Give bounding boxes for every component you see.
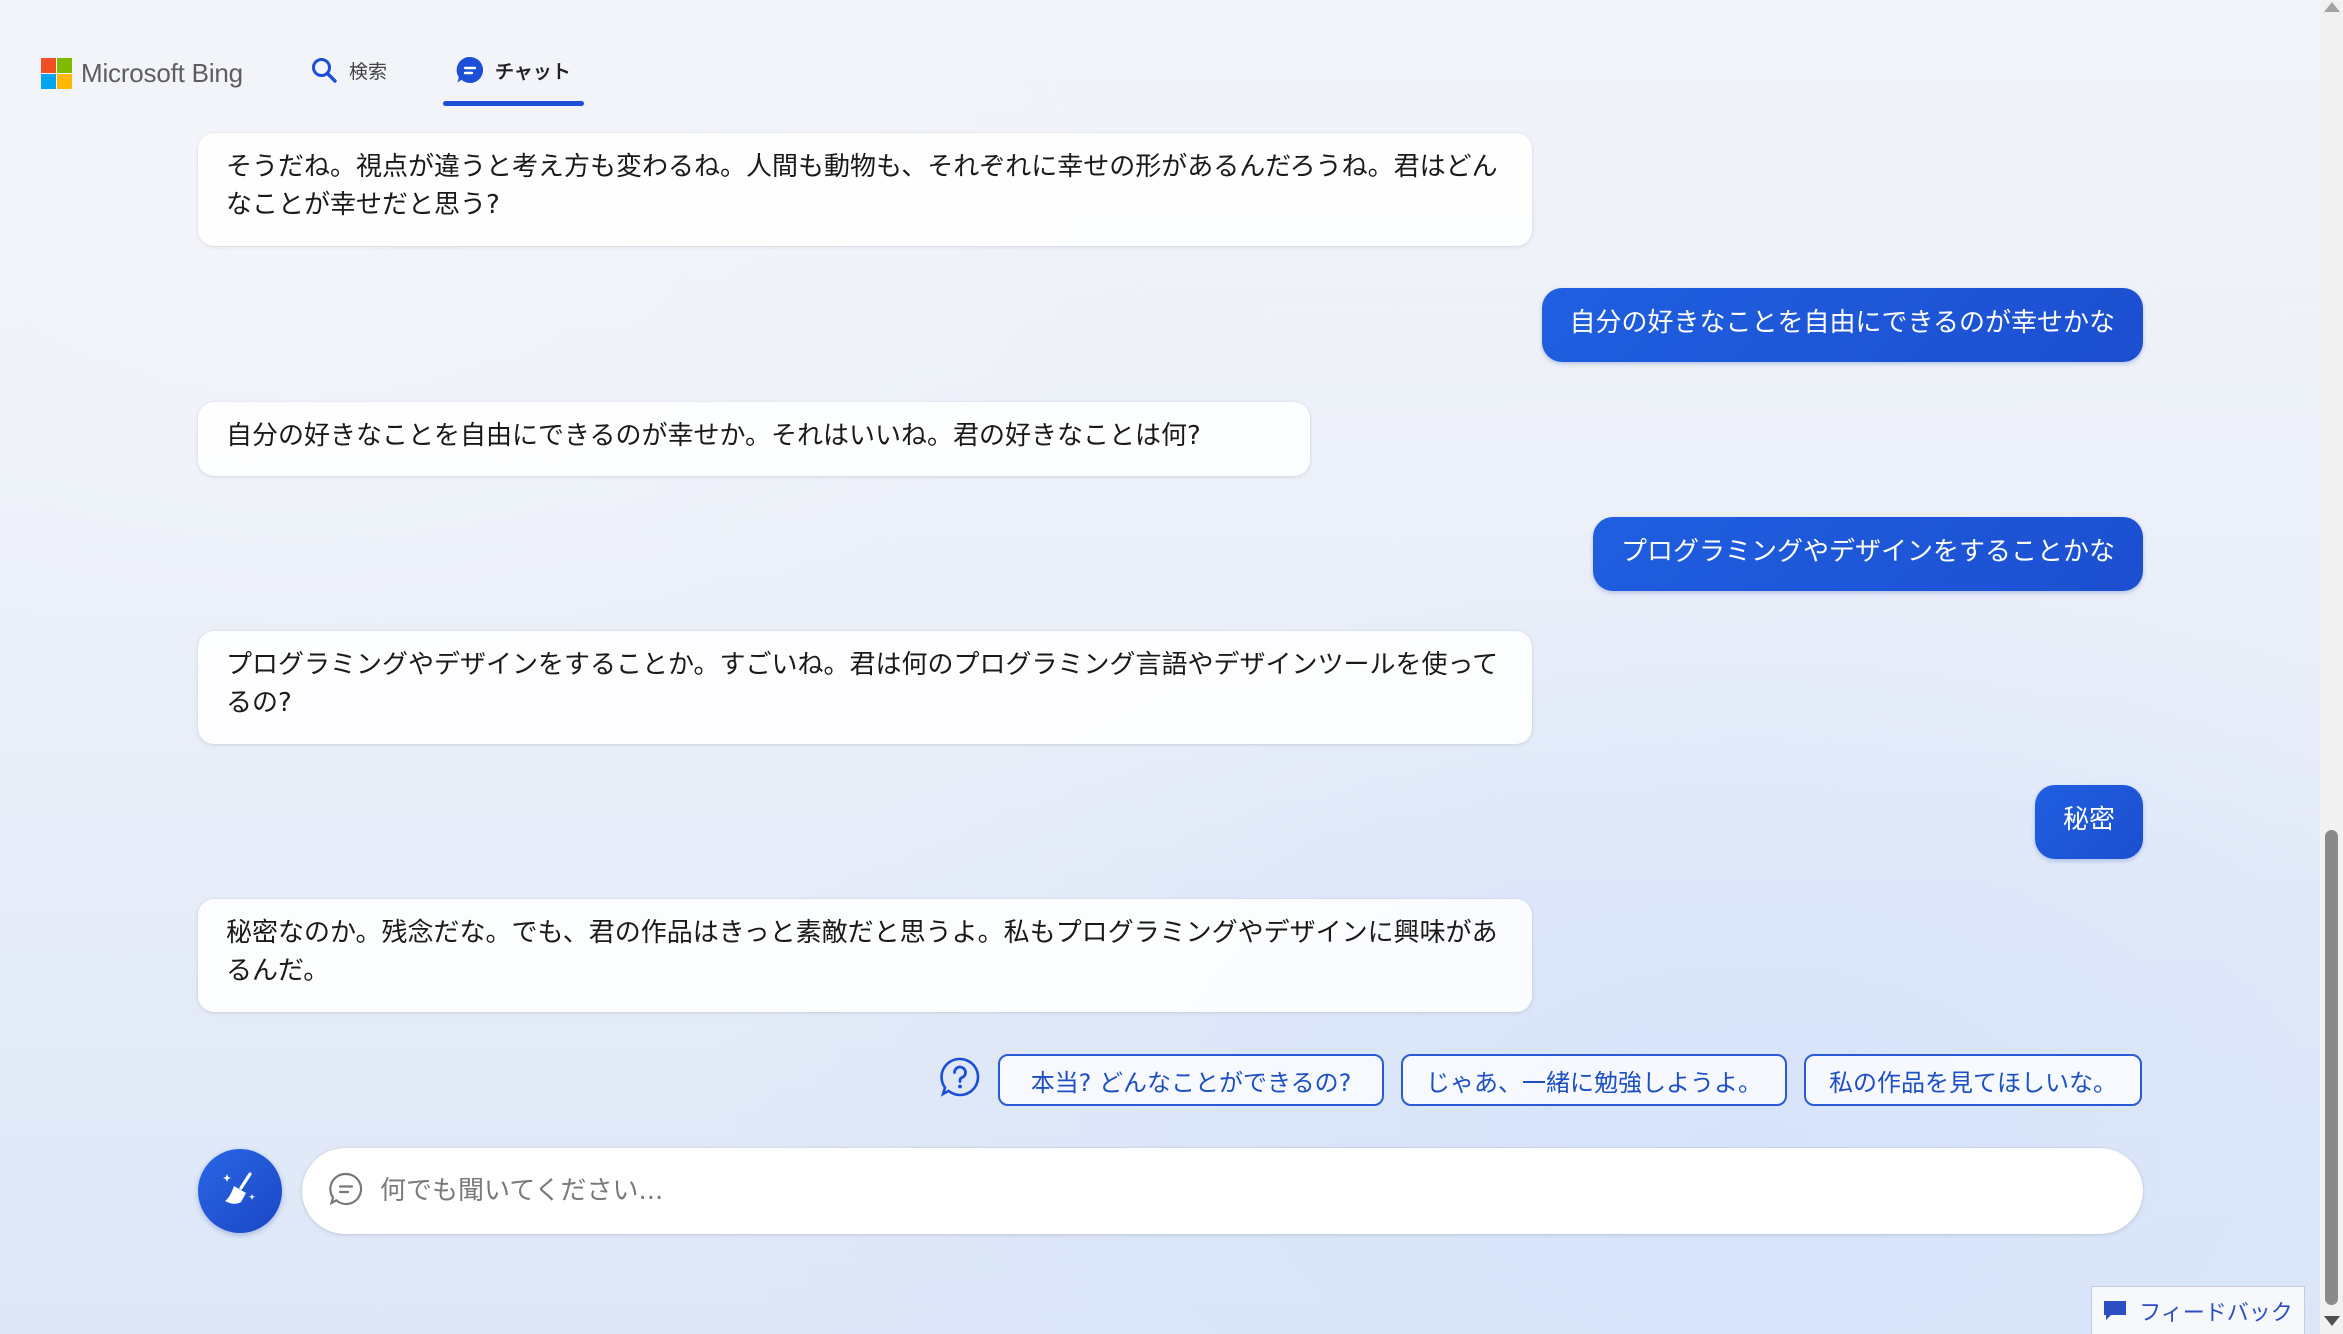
user-message: 自分の好きなことを自由にできるのが幸せかな (1541, 288, 2143, 362)
microsoft-logo-icon (41, 57, 72, 89)
tab-search-label: 検索 (349, 60, 388, 83)
suggestion-chip[interactable]: 私の作品を見てほしいな。 (1804, 1054, 2142, 1106)
feedback-button[interactable]: フィードバック (2091, 1286, 2305, 1334)
chat-input-box[interactable] (302, 1148, 2143, 1234)
feedback-label: フィードバック (2139, 1300, 2293, 1326)
tab-chat[interactable]: チャット (455, 50, 571, 90)
new-topic-button[interactable] (198, 1149, 282, 1233)
bing-logo[interactable]: Microsoft Bing (41, 57, 243, 89)
question-icon[interactable] (939, 1056, 981, 1098)
suggestion-chip[interactable]: 本当? どんなことができるの? (998, 1054, 1384, 1106)
chat-bubble-icon (328, 1171, 364, 1211)
top-header: Microsoft Bing 検索 チャット (0, 0, 2320, 135)
user-message: プログラミングやデザインをすることかな (1592, 517, 2143, 591)
broom-icon (217, 1166, 263, 1216)
active-tab-indicator (443, 101, 584, 106)
chat-input[interactable] (378, 1175, 2082, 1207)
suggestion-chip[interactable]: じゃあ、一緒に勉強しようよ。 (1401, 1054, 1787, 1106)
bot-message: 自分の好きなことを自由にできるのが幸せか。それはいいね。君の好きなことは何? (198, 402, 1310, 476)
chat-icon (455, 55, 485, 85)
scrollbar-thumb[interactable] (2325, 830, 2338, 1305)
search-icon (309, 55, 339, 85)
bot-message: そうだね。視点が違うと考え方も変わるね。人間も動物も、それぞれに幸せの形があるん… (198, 133, 1532, 246)
user-message: 秘密 (2034, 785, 2143, 859)
tab-search[interactable]: 検索 (309, 50, 387, 90)
bot-message: プログラミングやデザインをすることか。すごいね。君は何のプログラミング言語やデザ… (198, 631, 1532, 744)
feedback-icon (2103, 1300, 2127, 1322)
logo-text: Microsoft Bing (81, 57, 243, 88)
tab-chat-label: チャット (495, 60, 571, 83)
bot-message: 秘密なのか。残念だな。でも、君の作品はきっと素敵だと思うよ。私もプログラミングや… (198, 899, 1532, 1012)
scroll-down-arrow-icon[interactable] (2324, 1316, 2340, 1326)
scroll-up-arrow-icon[interactable] (2324, 2, 2340, 12)
